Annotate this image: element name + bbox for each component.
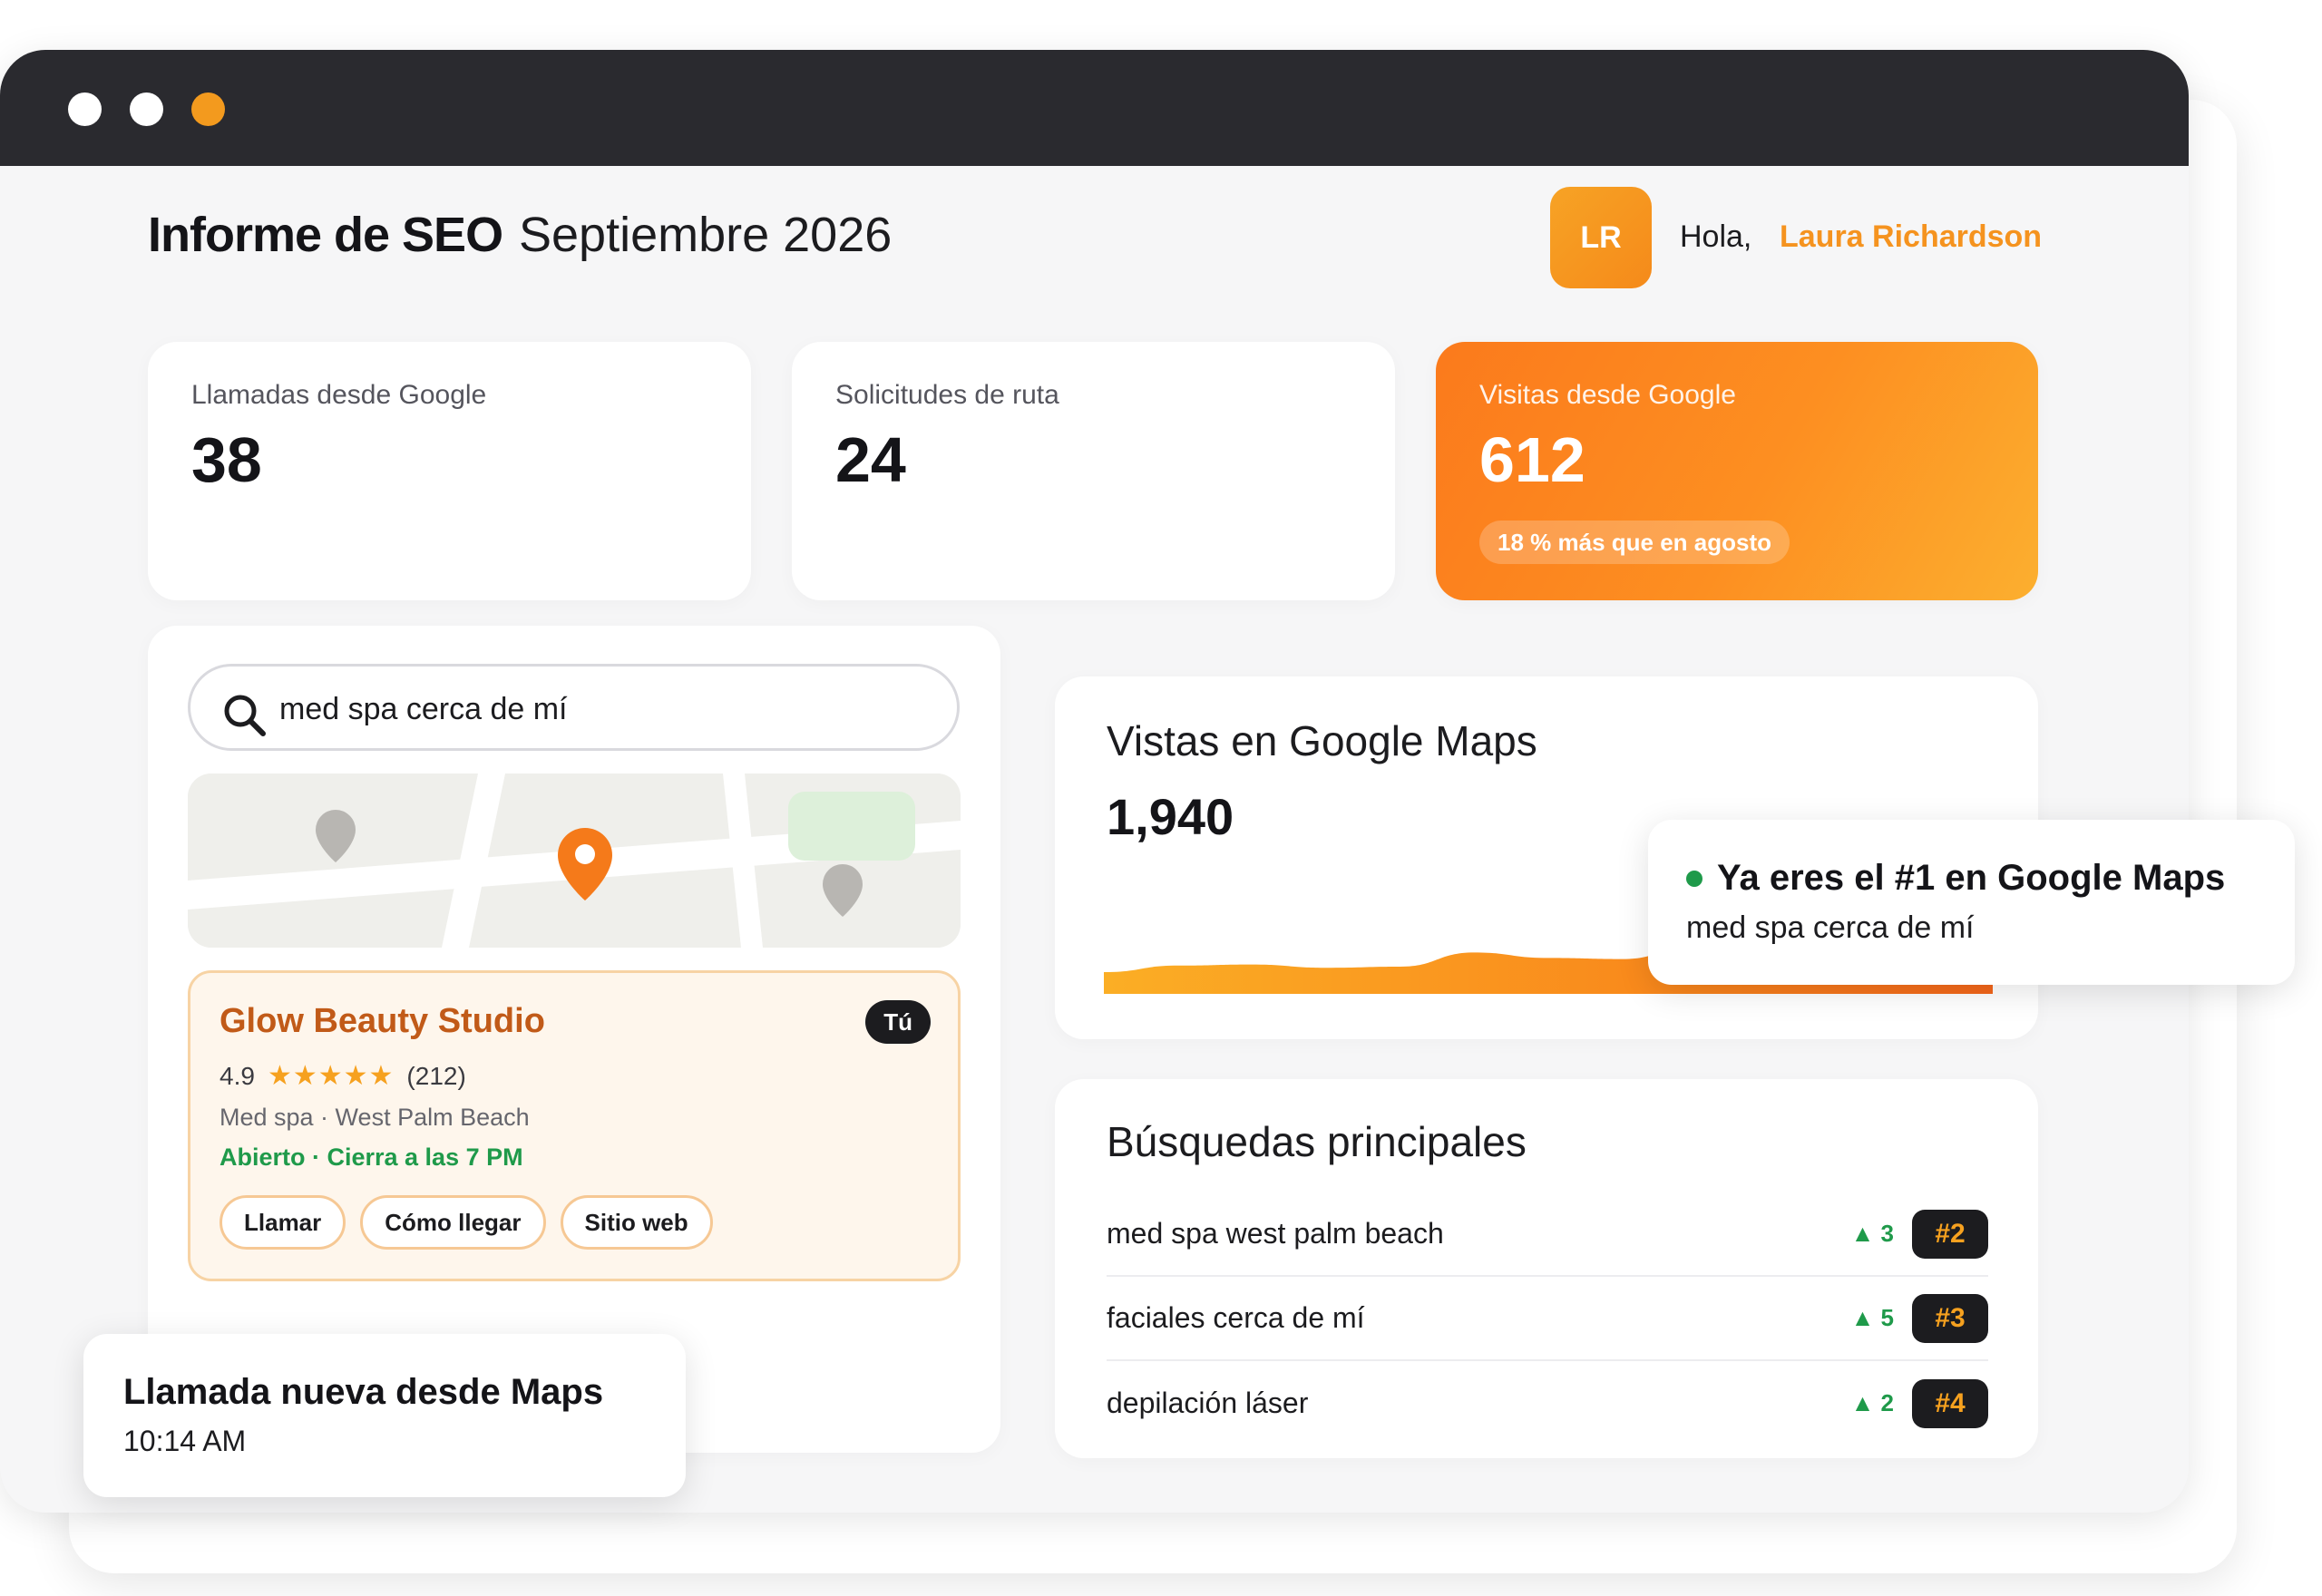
review-count: (212)	[406, 1061, 466, 1090]
you-badge: Tú	[865, 1000, 931, 1044]
notification-title-text: Ya eres el #1 en Google Maps	[1717, 858, 2226, 898]
maps-search-card: med spa cerca de mí Glow Beauty Studio T…	[148, 626, 1000, 1453]
search-term: faciales cerca de mí	[1107, 1301, 1365, 1334]
stat-label: Llamadas desde Google	[191, 380, 487, 410]
stat-value: 612	[1479, 424, 1585, 495]
search-input[interactable]: med spa cerca de mí	[188, 664, 960, 751]
business-hours: Abierto · Cierra a las 7 PM	[220, 1143, 523, 1171]
stat-label: Solicitudes de ruta	[835, 380, 1059, 410]
list-item[interactable]: faciales cerca de mí ▲ 5 #3	[1107, 1277, 1988, 1361]
business-name[interactable]: Glow Beauty Studio	[220, 1002, 545, 1041]
notification-subtitle: med spa cerca de mí	[1686, 910, 1975, 945]
window-control-dot-accent[interactable]	[191, 92, 225, 126]
listing-actions: Llamar Cómo llegar Sitio web	[220, 1195, 713, 1250]
growth-badge: 18 % más que en agosto	[1479, 521, 1790, 564]
report-date: Septiembre 2026	[519, 208, 893, 262]
website-button[interactable]: Sitio web	[560, 1195, 713, 1250]
ranking-notification[interactable]: Ya eres el #1 en Google Maps med spa cer…	[1648, 820, 2295, 985]
stat-value: 38	[191, 424, 262, 495]
avatar[interactable]: LR	[1550, 187, 1652, 288]
search-term: med spa west palm beach	[1107, 1217, 1444, 1250]
map-preview[interactable]	[188, 774, 961, 948]
list-item[interactable]: depilación láser ▲ 2 #4	[1107, 1361, 1988, 1445]
top-searches-title: Búsquedas principales	[1107, 1118, 1527, 1165]
map-graphic	[188, 774, 961, 948]
rank-change: ▲ 5	[1850, 1304, 1894, 1331]
business-category: Med spa · West Palm Beach	[220, 1104, 530, 1131]
window-control-dot[interactable]	[68, 92, 102, 126]
rank-badge: #3	[1912, 1293, 1988, 1343]
notification-time: 10:14 AM	[123, 1425, 247, 1457]
rating-value: 4.9	[220, 1061, 255, 1090]
rank-badge: #2	[1912, 1209, 1988, 1259]
list-item[interactable]: med spa west palm beach ▲ 3 #2	[1107, 1192, 1988, 1277]
status-dot-icon	[1686, 870, 1702, 887]
new-call-notification[interactable]: Llamada nueva desde Maps 10:14 AM	[83, 1334, 686, 1497]
report-title: Informe de SEO	[148, 208, 503, 262]
chart-value: 1,940	[1107, 788, 1234, 845]
notification-title: Llamada nueva desde Maps	[123, 1372, 604, 1412]
stat-card-directions[interactable]: Solicitudes de ruta 24	[792, 342, 1395, 600]
star-rating-icon: ★★★★★	[267, 1061, 395, 1091]
top-searches-list: med spa west palm beach ▲ 3 #2 faciales …	[1107, 1192, 1988, 1445]
window-titlebar	[0, 50, 2189, 166]
window-control-dot[interactable]	[130, 92, 163, 126]
user-name[interactable]: Laura Richardson	[1780, 219, 2042, 255]
call-button[interactable]: Llamar	[220, 1195, 346, 1250]
stat-card-calls[interactable]: Llamadas desde Google 38	[148, 342, 751, 600]
business-listing[interactable]: Glow Beauty Studio Tú 4.9 ★★★★★ (212) Me…	[188, 970, 961, 1281]
search-icon	[224, 695, 266, 736]
stat-value: 24	[835, 424, 906, 495]
chart-title: Vistas en Google Maps	[1107, 717, 1537, 764]
rank-change: ▲ 2	[1850, 1389, 1894, 1416]
rating-row: 4.9 ★★★★★ (212)	[220, 1060, 466, 1092]
top-searches-card: Búsquedas principales med spa west palm …	[1055, 1079, 2038, 1458]
search-term: depilación láser	[1107, 1387, 1309, 1419]
greeting-text: Hola,	[1680, 219, 1752, 254]
rank-badge: #4	[1912, 1378, 1988, 1428]
rank-change: ▲ 3	[1850, 1220, 1894, 1247]
notification-title: Ya eres el #1 en Google Maps	[1686, 858, 2225, 899]
search-query: med spa cerca de mí	[279, 692, 568, 726]
stat-label: Visitas desde Google	[1479, 380, 1736, 410]
stat-card-visits[interactable]: Visitas desde Google 612 18 % más que en…	[1436, 342, 2038, 600]
directions-button[interactable]: Cómo llegar	[360, 1195, 546, 1250]
